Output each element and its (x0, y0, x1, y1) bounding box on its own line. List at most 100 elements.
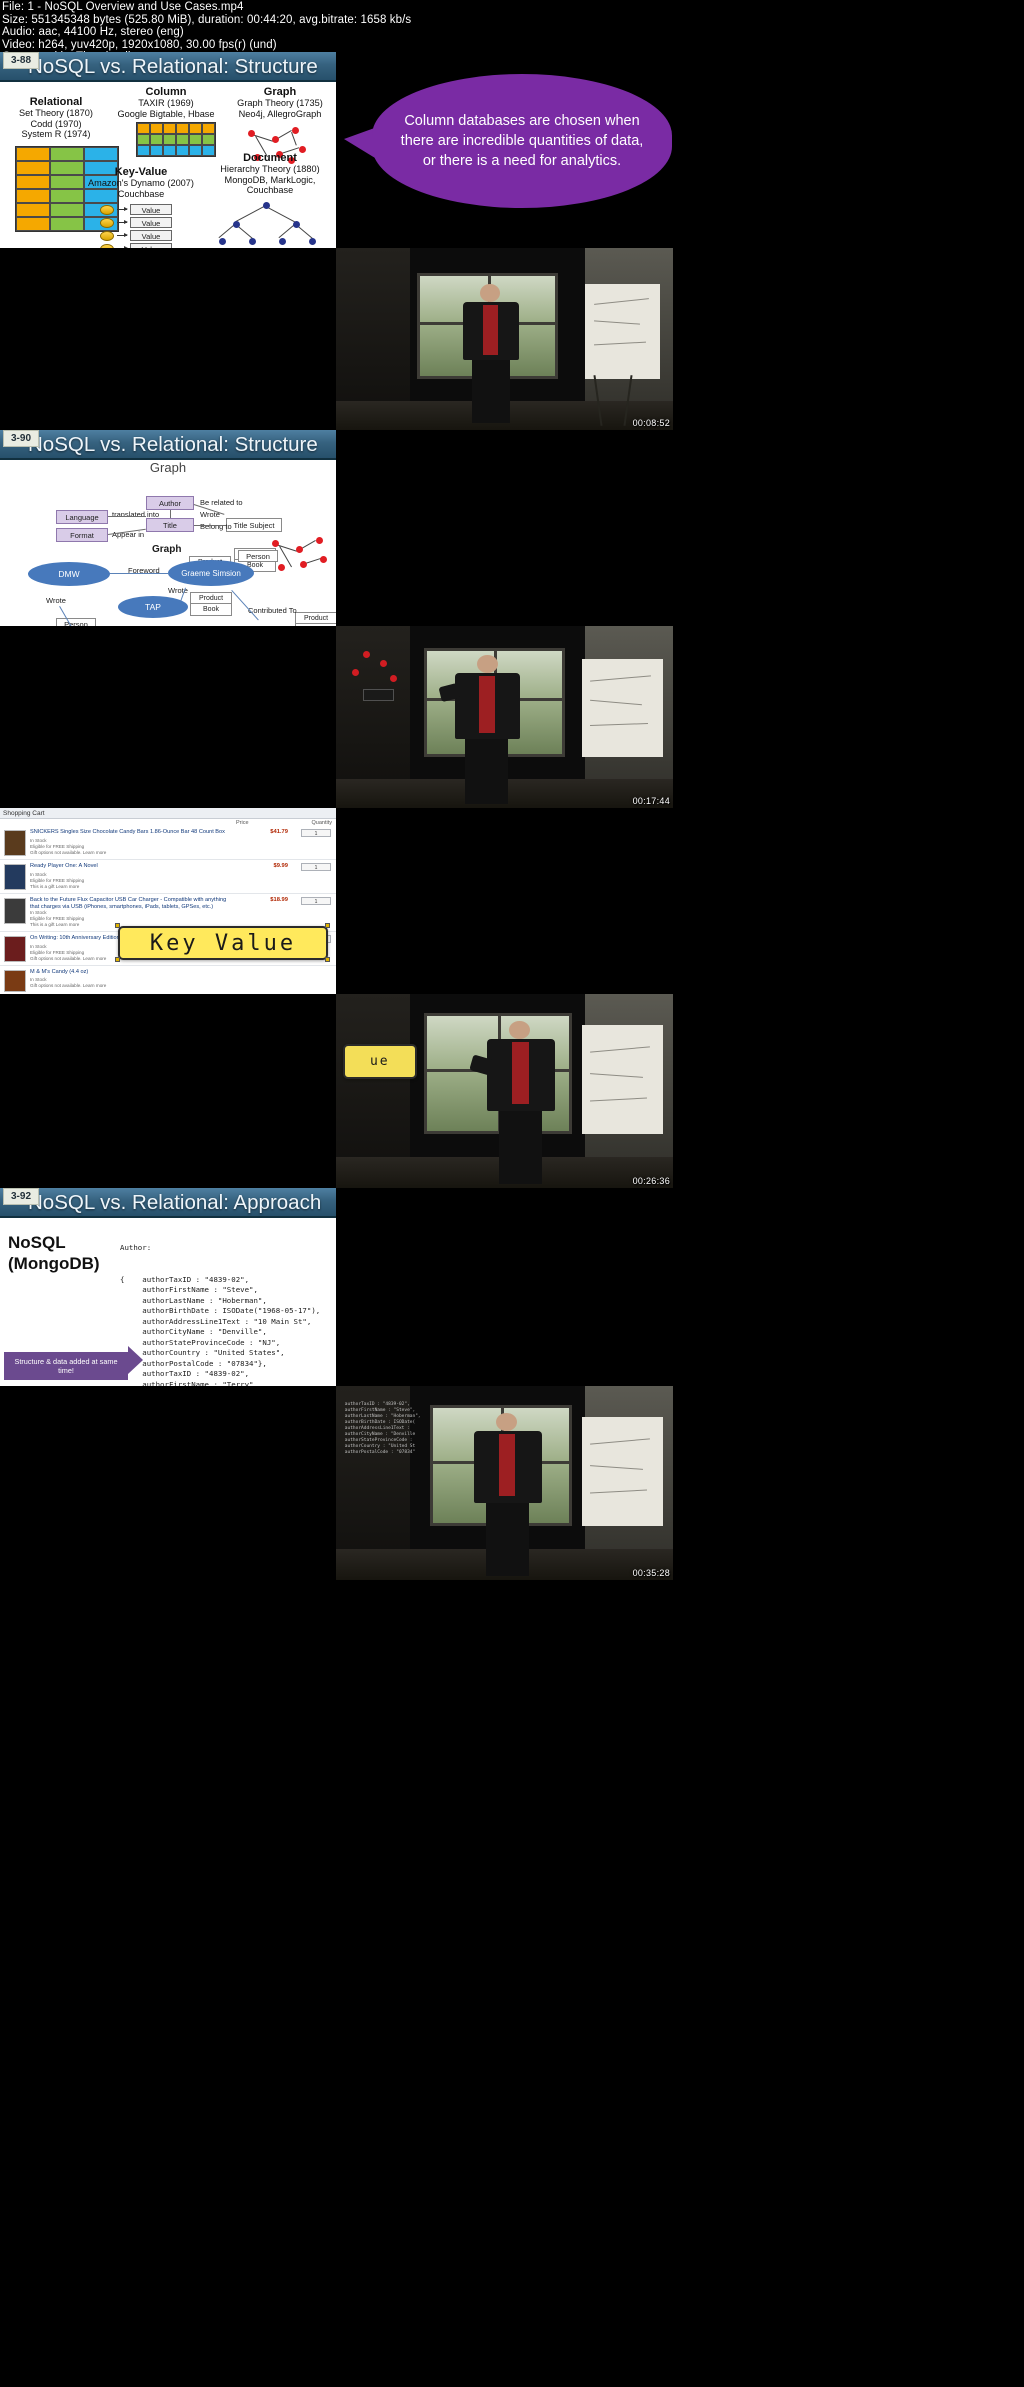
node-format: Format (56, 528, 108, 542)
product-name[interactable]: SNICKERS Singles Size Chocolate Candy Ba… (30, 829, 236, 836)
nosql-heading-line1: NoSQL (8, 1233, 66, 1252)
meta-video-line: Video: h264, yuv420p, 1920x1080, 30.00 f… (2, 38, 277, 51)
key-value-callout: Key Value (118, 926, 328, 960)
callout-handle[interactable] (325, 957, 330, 962)
thumbnail-blank-left-4[interactable] (0, 1386, 336, 2387)
thumbnail-slide-3-92[interactable]: 3-92 NoSQL vs. Relational: Approach NoSQ… (0, 1188, 336, 1386)
product-name[interactable]: Ready Player One: A Novel (30, 863, 236, 870)
flipchart (582, 658, 663, 758)
slide-nosql-approach: 3-92 NoSQL vs. Relational: Approach NoSQ… (0, 1188, 336, 1386)
thumbnail-blank-right-4[interactable] (336, 1580, 673, 2387)
product-quantity-select[interactable]: 1 (301, 897, 331, 905)
product-name[interactable]: Back to the Future Flux Capacitor USB Ca… (30, 897, 236, 911)
graph-node (292, 127, 299, 134)
video-frame: ue 00:26:36 (336, 994, 673, 1188)
group-keyvalue-line2: Couchbase (117, 188, 165, 199)
group-document: Document Hierarchy Theory (1880) MongoDB… (206, 152, 334, 196)
slide-title: NoSQL vs. Relational: Structure (28, 433, 318, 456)
flipchart-line (590, 722, 649, 726)
presenter (471, 1413, 545, 1577)
node-language: Language (56, 510, 108, 524)
callout-handle[interactable] (115, 957, 120, 962)
column-row-blue (137, 145, 215, 156)
group-document-line3: Couchbase (246, 185, 294, 195)
meta-file-line: File: 1 - NoSQL Overview and Use Cases.m… (2, 1, 244, 13)
flipchart-line (590, 1046, 650, 1053)
thumbnail-blank-left-3[interactable] (0, 994, 336, 1188)
group-document-line2: MongoDB, MarkLogic, (224, 174, 316, 185)
slide-body: NoSQL (MongoDB) Author: { authorTaxID : … (0, 1218, 336, 1386)
column-row-orange (137, 123, 215, 134)
flipchart-line (590, 1489, 647, 1494)
mongodb-code-block: Author: { authorTaxID : "4839-02", autho… (120, 1222, 336, 1386)
group-relational-head: Relational (29, 96, 83, 108)
graph-inner-label: Graph (152, 544, 182, 555)
callout-handle[interactable] (115, 923, 120, 928)
flipchart-line (594, 341, 647, 346)
keyvalue-cell: Value (130, 217, 172, 228)
video-timestamp: 00:08:52 (632, 418, 670, 428)
slide-title: NoSQL vs. Relational: Approach (28, 1191, 322, 1214)
thumbnail-slide-3-90[interactable]: 3-90 NoSQL vs. Relational: Structure Gra… (0, 430, 336, 626)
keyvalue-cell: Value (130, 204, 172, 215)
flipchart-line (590, 1097, 647, 1102)
edge (110, 573, 168, 574)
flipchart-line (590, 1438, 650, 1445)
presenter-shirt (512, 1042, 529, 1105)
cart-row[interactable]: SNICKERS Singles Size Chocolate Candy Ba… (0, 826, 336, 860)
nosql-heading: NoSQL (MongoDB) (8, 1232, 100, 1274)
presenter (457, 284, 524, 423)
thumbnail-blank-left-1[interactable] (0, 248, 336, 430)
speech-bubble: Column databases are chosen when there a… (372, 74, 672, 208)
node-title-subject: Title Subject (226, 518, 282, 532)
thumbnail-blank-left-2[interactable] (0, 626, 336, 808)
thumbnail-blank-right-2[interactable] (336, 808, 673, 994)
product-quantity-select[interactable]: 1 (301, 829, 331, 837)
presenter-head (480, 284, 501, 303)
presenter-head (495, 1413, 517, 1432)
tree-node (279, 238, 286, 245)
thumbnail-slide-keyvalue-cart[interactable]: Shopping Cart Price Quantity SNICKERS Si… (0, 808, 336, 994)
node-author: Author (146, 496, 194, 510)
callout-handle[interactable] (325, 923, 330, 928)
thumbnail-speech-bubble-panel[interactable]: Column databases are chosen when there a… (336, 52, 673, 248)
video-frame: 00:08:52 (336, 248, 673, 430)
thumbnail-video-4[interactable]: authorTaxID : "4839-02", authorFirstName… (336, 1386, 673, 1580)
shopping-cart-screenshot: Shopping Cart Price Quantity SNICKERS Si… (0, 808, 336, 994)
tree-node (293, 221, 300, 228)
group-relational: Relational Set Theory (1870) Codd (1970)… (4, 96, 108, 140)
thumbnail-video-2[interactable]: 00:17:44 (336, 626, 673, 808)
product-price: $9.99 (273, 863, 288, 869)
thumbnail-blank-right-3[interactable] (336, 1188, 673, 1386)
slide-structure-overview: 3-88 NoSQL vs. Relational: Structure Rel… (0, 52, 336, 248)
edge-label-translated-into: translated into (112, 510, 160, 519)
group-relational-line2: Codd (1970) (30, 118, 82, 129)
thumbnail-video-1[interactable]: 00:08:52 (336, 248, 673, 430)
key-arrow-icon (117, 233, 128, 237)
cart-row[interactable]: Ready Player One: A Novel In Stock Eligi… (0, 860, 336, 894)
tag-book: Book (203, 606, 219, 613)
video-timestamp: 00:26:36 (632, 1176, 670, 1186)
thumbnail-blank-right-1[interactable] (336, 430, 673, 626)
product-name[interactable]: M & M's Candy (4.4 oz) (30, 969, 236, 976)
graph-node (316, 537, 323, 544)
projected-key-value-callout: ue (342, 1044, 417, 1080)
group-column-line1: TAXIR (1969) (138, 98, 194, 108)
keyvalue-pair-row: Value (100, 230, 172, 241)
edge (170, 510, 171, 518)
tag-stack-product-book: Product Book (190, 592, 232, 616)
column-table-graphic (136, 122, 216, 157)
tree-node (249, 238, 256, 245)
edge (194, 525, 226, 526)
product-quantity-select[interactable]: 1 (301, 863, 331, 871)
slide-title: NoSQL vs. Relational: Structure (28, 55, 318, 78)
thumbnail-slide-3-88[interactable]: 3-88 NoSQL vs. Relational: Structure Rel… (0, 52, 336, 248)
graph-node (296, 546, 303, 553)
presenter-legs (472, 360, 510, 423)
thumbnail-video-3[interactable]: ue 00:26:36 (336, 994, 673, 1188)
group-column-line2: Google Bigtable, Hbase (117, 108, 215, 119)
thumbnail-contact-sheet: File: 1 - NoSQL Overview and Use Cases.m… (0, 0, 1024, 2387)
flipchart (585, 284, 660, 380)
cart-row[interactable]: M & M's Candy (4.4 oz) In Stock Gift opt… (0, 966, 336, 994)
meta-size-line: Size: 551345348 bytes (525.80 MiB), dura… (2, 13, 412, 26)
